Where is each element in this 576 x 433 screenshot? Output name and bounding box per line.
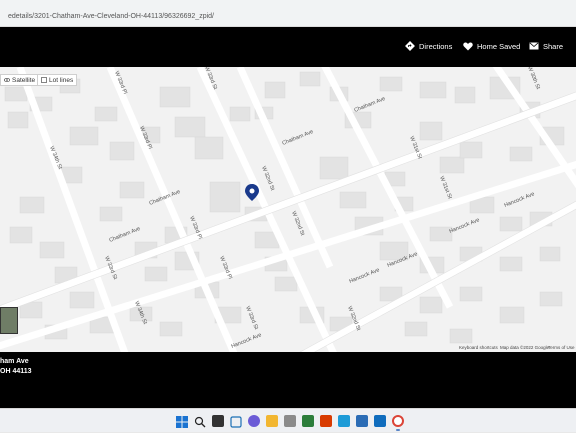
taskbar xyxy=(0,408,576,432)
url-text[interactable]: edetails/3201-Chatham-Ave-Cleveland-OH-4… xyxy=(8,13,214,20)
property-thumbnail[interactable] xyxy=(0,307,18,334)
windows-icon xyxy=(176,416,188,428)
keyboard-shortcuts-link[interactable]: Keyboard shortcuts xyxy=(459,345,498,350)
app-icon[interactable] xyxy=(302,415,314,427)
heart-icon xyxy=(463,42,473,50)
home-saved-label: Home Saved xyxy=(477,41,521,51)
terms-of-use-link[interactable]: Terms of Use xyxy=(548,345,575,350)
satellite-label: Satellite xyxy=(12,76,36,84)
share-button[interactable]: Share xyxy=(529,39,563,53)
chat-icon[interactable] xyxy=(248,415,260,427)
home-saved-button[interactable]: Home Saved xyxy=(463,39,520,53)
street-map[interactable]: Chatham Ave Chatham Ave Chatham Ave Chat… xyxy=(0,67,576,352)
search-icon xyxy=(194,416,206,428)
office-icon[interactable] xyxy=(320,415,332,427)
listing-header: Directions Home Saved Share xyxy=(0,27,576,67)
file-explorer-icon[interactable] xyxy=(266,415,278,427)
camera-icon[interactable] xyxy=(284,415,296,427)
lot-lines-icon xyxy=(41,77,47,83)
listing-info-bar: ham Ave OH 44113 xyxy=(0,352,576,408)
eye-icon xyxy=(4,78,10,82)
widgets-icon[interactable] xyxy=(230,415,242,428)
map-view[interactable]: Chatham Ave Chatham Ave Chatham Ave Chat… xyxy=(0,67,576,352)
map-data-attribution: Map data ©2022 Google xyxy=(500,345,550,350)
satellite-toggle[interactable]: Satellite xyxy=(0,74,40,86)
directions-icon xyxy=(405,41,415,51)
share-label: Share xyxy=(543,41,564,51)
start-button[interactable] xyxy=(176,415,188,428)
edge-icon[interactable] xyxy=(338,415,350,427)
listing-street: ham Ave xyxy=(0,358,29,365)
mail-icon[interactable] xyxy=(356,415,368,427)
directions-button[interactable]: Directions xyxy=(405,39,452,53)
share-icon xyxy=(529,42,539,50)
task-view-icon[interactable] xyxy=(212,415,224,427)
listing-city: OH 44113 xyxy=(0,368,32,375)
chrome-icon[interactable] xyxy=(392,415,404,427)
active-app-indicator xyxy=(396,429,400,431)
lot-lines-label: Lot lines xyxy=(49,76,74,84)
browser-address-bar[interactable]: edetails/3201-Chatham-Ave-Cleveland-OH-4… xyxy=(0,0,576,27)
lot-lines-toggle[interactable]: Lot lines xyxy=(37,74,78,86)
directions-label: Directions xyxy=(419,41,453,51)
search-button[interactable] xyxy=(194,415,206,428)
store-icon[interactable] xyxy=(374,415,386,427)
